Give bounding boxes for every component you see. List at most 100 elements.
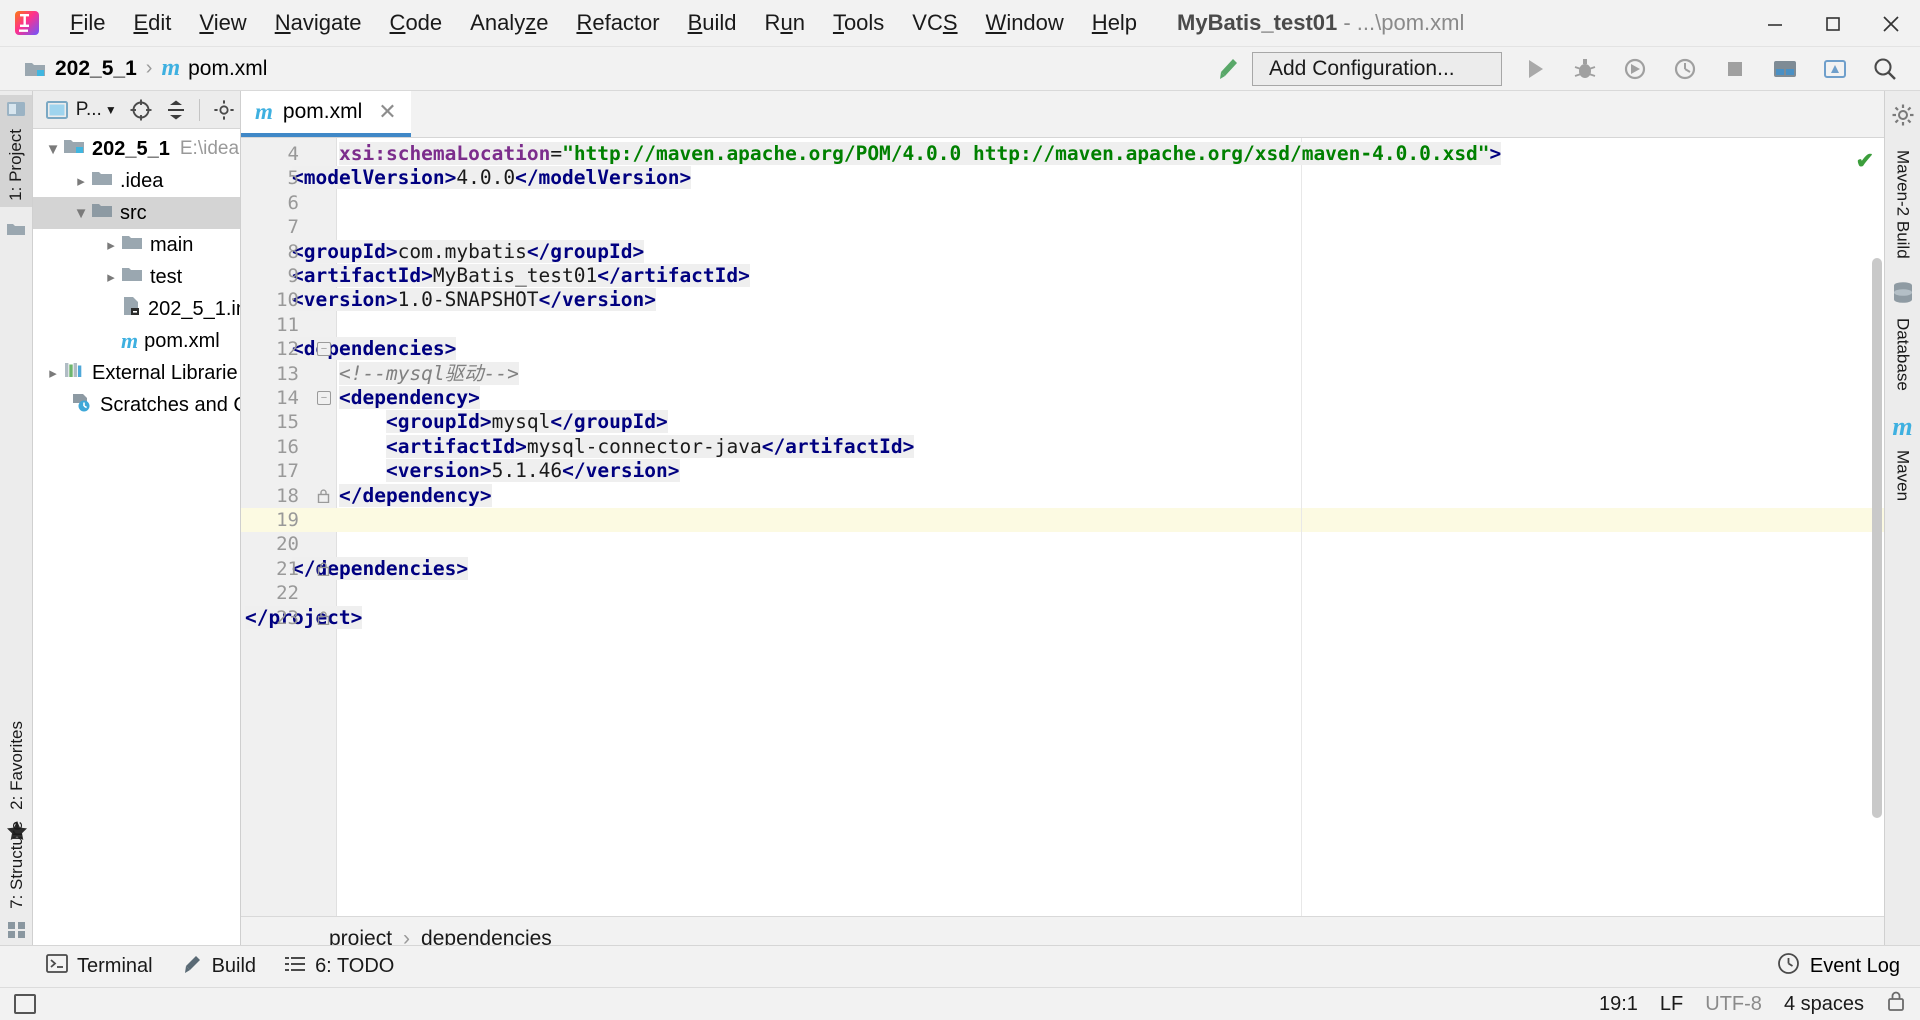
taskbar-icon[interactable]: [14, 994, 36, 1014]
window-controls[interactable]: [1746, 0, 1920, 47]
fold-end-icon[interactable]: [317, 611, 330, 625]
fold-collapse-icon[interactable]: −: [317, 391, 331, 405]
tree-row-pom[interactable]: m pom.xml: [33, 325, 240, 357]
search-everywhere-icon[interactable]: [1860, 47, 1910, 91]
profile-icon[interactable]: [1660, 47, 1710, 91]
tree-row-main[interactable]: ▸ main: [33, 229, 240, 261]
code-line[interactable]: <groupId>mysql</groupId>: [386, 410, 668, 434]
run-icon[interactable]: [1510, 47, 1560, 91]
tree-row-scratches[interactable]: Scratches and C: [33, 389, 240, 421]
code-line[interactable]: <version>5.1.46</version>: [386, 459, 680, 483]
chevron-right-icon[interactable]: ▸: [43, 364, 63, 382]
fold-collapse-icon[interactable]: −: [317, 342, 331, 357]
chevron-down-icon[interactable]: ▼: [71, 205, 91, 222]
tree-row-module[interactable]: ▼ 202_5_1 E:\idea: [33, 133, 240, 165]
gear-icon[interactable]: [1891, 97, 1915, 142]
code-line[interactable]: <!--mysql驱动-->: [339, 361, 519, 386]
code-line[interactable]: xsi:schemaLocation="http://maven.apache.…: [339, 142, 1502, 166]
code-line[interactable]: <artifactId>MyBatis_test01</artifactId>: [292, 264, 750, 288]
code-token-tag: </version>: [538, 288, 656, 312]
code-line[interactable]: <groupId>com.mybatis</groupId>: [292, 239, 645, 264]
caret-line-highlight: [241, 508, 1884, 533]
database-icon[interactable]: [1892, 281, 1914, 310]
tree-row-src[interactable]: ▼ src: [33, 197, 240, 229]
gear-icon[interactable]: [207, 94, 240, 126]
inspection-ok-check-icon[interactable]: ✔: [1856, 148, 1874, 174]
scroll-from-source-icon[interactable]: [125, 94, 158, 126]
caret-position[interactable]: 19:1: [1599, 993, 1638, 1016]
bottom-item-terminal[interactable]: Terminal: [34, 950, 165, 983]
sidebar-item-structure[interactable]: 7: Structure: [0, 815, 33, 950]
sidebar-item-maven[interactable]: Maven: [1893, 442, 1913, 509]
tree-row-external-libraries[interactable]: ▸ External Librarie: [33, 357, 240, 389]
indent-setting[interactable]: 4 spaces: [1784, 993, 1864, 1016]
sidebar-item-project[interactable]: 1: Project: [0, 95, 32, 207]
code-line[interactable]: <dependency>: [339, 386, 480, 410]
build-hammer-icon[interactable]: [1202, 47, 1252, 91]
chevron-right-icon[interactable]: ▸: [71, 172, 91, 190]
project-view-label[interactable]: P... ▼: [76, 99, 117, 121]
stop-icon[interactable]: [1710, 47, 1760, 91]
code-token-tag: <groupId>: [386, 410, 492, 434]
bottom-item-todo[interactable]: 6: TODO: [272, 951, 406, 983]
close-icon[interactable]: ✕: [378, 99, 396, 125]
line-separator[interactable]: LF: [1660, 993, 1683, 1016]
menu-edit[interactable]: Edit: [119, 6, 185, 40]
event-log-button[interactable]: Event Log: [1777, 952, 1900, 981]
main-menu-bar[interactable]: File Edit View Navigate Code Analyze Ref…: [56, 6, 1151, 40]
breadcrumb-item-module[interactable]: 202_5_1: [55, 57, 137, 81]
editor-vertical-scrollbar[interactable]: [1872, 258, 1882, 818]
menu-build[interactable]: Build: [674, 6, 751, 40]
project-structure-icon[interactable]: [1760, 47, 1810, 91]
tree-row-test[interactable]: ▸ test: [33, 261, 240, 293]
sidebar-item-maven-build[interactable]: Maven-2 Build: [1893, 142, 1913, 267]
menu-help[interactable]: Help: [1078, 6, 1151, 40]
project-tree[interactable]: ▼ 202_5_1 E:\idea ▸ .idea ▼ src ▸ main ▸…: [33, 129, 240, 421]
menu-file[interactable]: File: [56, 6, 119, 40]
menu-run[interactable]: Run: [751, 6, 819, 40]
update-project-icon[interactable]: [1810, 47, 1860, 91]
line-number: 16: [276, 435, 299, 458]
close-icon[interactable]: [1862, 0, 1920, 47]
code-editor[interactable]: xsi:schemaLocation="http://maven.apache.…: [241, 138, 1884, 916]
tab-pom-xml[interactable]: m pom.xml ✕: [241, 91, 411, 137]
menu-navigate[interactable]: Navigate: [261, 6, 376, 40]
fold-end-icon[interactable]: [317, 489, 330, 503]
menu-view[interactable]: View: [185, 6, 260, 40]
event-log-icon: [1777, 952, 1800, 981]
maximize-icon[interactable]: [1804, 0, 1862, 47]
folder-stack-icon[interactable]: [0, 221, 32, 238]
menu-code[interactable]: Code: [376, 6, 457, 40]
sidebar-item-project-label: 1: Project: [6, 129, 25, 201]
code-line[interactable]: <modelVersion>4.0.0</modelVersion>: [292, 166, 692, 190]
fold-end-icon[interactable]: [317, 562, 330, 576]
chevron-down-icon[interactable]: ▼: [43, 141, 63, 158]
read-only-lock-icon[interactable]: [1886, 990, 1906, 1018]
menu-window[interactable]: Window: [972, 6, 1078, 40]
code-line[interactable]: </dependency>: [339, 483, 492, 508]
code-line[interactable]: <version>1.0-SNAPSHOT</version>: [292, 288, 656, 312]
breadcrumb-item-file[interactable]: pom.xml: [188, 57, 267, 81]
tree-path-module: E:\idea: [179, 138, 240, 159]
folder-icon: [121, 233, 143, 257]
menu-tools[interactable]: Tools: [819, 6, 898, 40]
bottom-item-build[interactable]: Build: [169, 950, 268, 984]
right-margin-guide: [1301, 138, 1302, 916]
tree-row-idea[interactable]: ▸ .idea: [33, 165, 240, 197]
code-line[interactable]: <artifactId>mysql-connector-java</artifa…: [386, 434, 915, 459]
breadcrumb[interactable]: 202_5_1 › m pom.xml: [24, 55, 267, 82]
menu-refactor[interactable]: Refactor: [562, 6, 673, 40]
sidebar-item-database[interactable]: Database: [1893, 310, 1913, 399]
run-with-coverage-icon[interactable]: [1610, 47, 1660, 91]
minimize-icon[interactable]: [1746, 0, 1804, 47]
project-view-selector[interactable]: [41, 94, 74, 126]
collapse-all-icon[interactable]: [159, 94, 192, 126]
menu-vcs[interactable]: VCS: [898, 6, 971, 40]
tree-row-iml[interactable]: 202_5_1.iml: [33, 293, 240, 325]
chevron-right-icon[interactable]: ▸: [101, 268, 121, 286]
chevron-right-icon[interactable]: ▸: [101, 236, 121, 254]
debug-icon[interactable]: [1560, 47, 1610, 91]
menu-analyze[interactable]: Analyze: [456, 6, 562, 40]
add-configuration-button[interactable]: Add Configuration...: [1252, 52, 1502, 86]
file-encoding[interactable]: UTF-8: [1705, 993, 1762, 1016]
